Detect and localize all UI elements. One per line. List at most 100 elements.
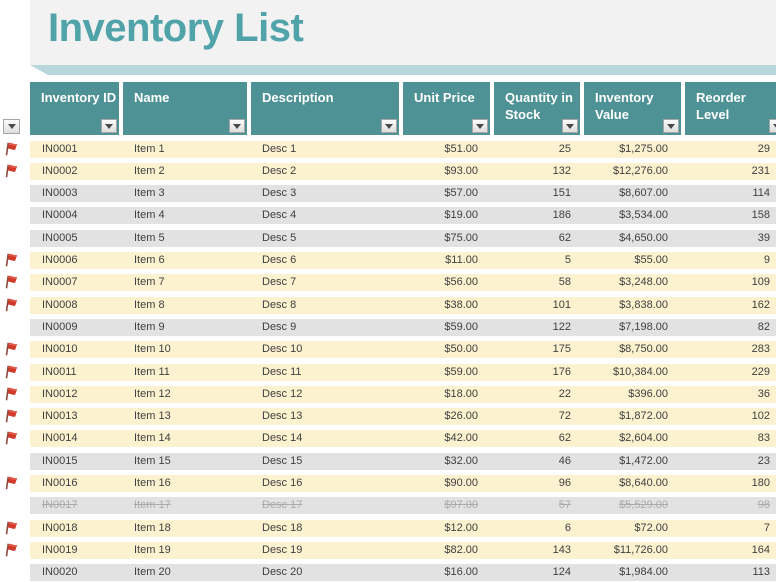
cell-description[interactable]: Desc 8 xyxy=(262,297,398,314)
cell-description[interactable]: Desc 16 xyxy=(262,475,398,492)
cell-inventory-id[interactable]: IN0013 xyxy=(42,408,120,425)
cell-description[interactable]: Desc 20 xyxy=(262,564,398,581)
cell-inventory-id[interactable]: IN0012 xyxy=(42,386,120,403)
cell-description[interactable]: Desc 18 xyxy=(262,520,398,537)
column-header-description[interactable]: Description xyxy=(251,82,399,135)
cell-name[interactable]: Item 3 xyxy=(134,185,246,202)
cell-inventory-id[interactable]: IN0019 xyxy=(42,542,120,559)
cell-quantity-in-stock[interactable]: 72 xyxy=(494,408,571,425)
cell-name[interactable]: Item 6 xyxy=(134,252,246,269)
cell-name[interactable]: Item 14 xyxy=(134,430,246,447)
filter-dropdown-button[interactable] xyxy=(663,119,679,133)
cell-inventory-value[interactable]: $11,726.00 xyxy=(584,542,668,559)
cell-description[interactable]: Desc 10 xyxy=(262,341,398,358)
cell-description[interactable]: Desc 2 xyxy=(262,163,398,180)
cell-name[interactable]: Item 17 xyxy=(134,497,246,514)
cell-unit-price[interactable]: $26.00 xyxy=(403,408,478,425)
cell-inventory-value[interactable]: $10,384.00 xyxy=(584,364,668,381)
cell-inventory-value[interactable]: $1,984.00 xyxy=(584,564,668,581)
cell-inventory-value[interactable]: $8,607.00 xyxy=(584,185,668,202)
cell-description[interactable]: Desc 9 xyxy=(262,319,398,336)
cell-description[interactable]: Desc 6 xyxy=(262,252,398,269)
cell-name[interactable]: Item 19 xyxy=(134,542,246,559)
cell-inventory-value[interactable]: $55.00 xyxy=(584,252,668,269)
cell-inventory-value[interactable]: $396.00 xyxy=(584,386,668,403)
cell-name[interactable]: Item 7 xyxy=(134,274,246,291)
cell-reorder-level[interactable]: 23 xyxy=(685,453,770,470)
filter-dropdown-button[interactable] xyxy=(381,119,397,133)
column-header-reorder-level[interactable]: Reorder Level xyxy=(685,82,776,135)
cell-quantity-in-stock[interactable]: 22 xyxy=(494,386,571,403)
cell-inventory-value[interactable]: $8,640.00 xyxy=(584,475,668,492)
cell-name[interactable]: Item 10 xyxy=(134,341,246,358)
cell-inventory-id[interactable]: IN0004 xyxy=(42,207,120,224)
cell-inventory-value[interactable]: $3,838.00 xyxy=(584,297,668,314)
cell-reorder-level[interactable]: 180 xyxy=(685,475,770,492)
cell-unit-price[interactable]: $59.00 xyxy=(403,364,478,381)
cell-unit-price[interactable]: $56.00 xyxy=(403,274,478,291)
cell-description[interactable]: Desc 5 xyxy=(262,230,398,247)
cell-reorder-level[interactable]: 102 xyxy=(685,408,770,425)
cell-inventory-id[interactable]: IN0016 xyxy=(42,475,120,492)
cell-name[interactable]: Item 5 xyxy=(134,230,246,247)
filter-dropdown-button[interactable] xyxy=(101,119,117,133)
cell-name[interactable]: Item 13 xyxy=(134,408,246,425)
cell-unit-price[interactable]: $59.00 xyxy=(403,319,478,336)
cell-reorder-level[interactable]: 114 xyxy=(685,185,770,202)
filter-dropdown-button[interactable] xyxy=(562,119,578,133)
cell-unit-price[interactable]: $12.00 xyxy=(403,520,478,537)
cell-unit-price[interactable]: $32.00 xyxy=(403,453,478,470)
cell-inventory-value[interactable]: $7,198.00 xyxy=(584,319,668,336)
cell-name[interactable]: Item 11 xyxy=(134,364,246,381)
cell-name[interactable]: Item 8 xyxy=(134,297,246,314)
cell-inventory-id[interactable]: IN0015 xyxy=(42,453,120,470)
cell-inventory-value[interactable]: $1,472.00 xyxy=(584,453,668,470)
cell-unit-price[interactable]: $42.00 xyxy=(403,430,478,447)
cell-unit-price[interactable]: $75.00 xyxy=(403,230,478,247)
cell-quantity-in-stock[interactable]: 132 xyxy=(494,163,571,180)
column-header-unit-price[interactable]: Unit Price xyxy=(403,82,490,135)
cell-inventory-id[interactable]: IN0008 xyxy=(42,297,120,314)
filter-dropdown-button[interactable] xyxy=(472,119,488,133)
cell-name[interactable]: Item 9 xyxy=(134,319,246,336)
cell-quantity-in-stock[interactable]: 124 xyxy=(494,564,571,581)
cell-reorder-level[interactable]: 231 xyxy=(685,163,770,180)
cell-description[interactable]: Desc 19 xyxy=(262,542,398,559)
cell-quantity-in-stock[interactable]: 96 xyxy=(494,475,571,492)
cell-unit-price[interactable]: $16.00 xyxy=(403,564,478,581)
cell-reorder-level[interactable]: 29 xyxy=(685,141,770,158)
cell-inventory-value[interactable]: $72.00 xyxy=(584,520,668,537)
cell-inventory-value[interactable]: $8,750.00 xyxy=(584,341,668,358)
cell-name[interactable]: Item 12 xyxy=(134,386,246,403)
cell-quantity-in-stock[interactable]: 122 xyxy=(494,319,571,336)
cell-inventory-id[interactable]: IN0002 xyxy=(42,163,120,180)
cell-name[interactable]: Item 2 xyxy=(134,163,246,180)
cell-quantity-in-stock[interactable]: 25 xyxy=(494,141,571,158)
cell-quantity-in-stock[interactable]: 143 xyxy=(494,542,571,559)
cell-inventory-id[interactable]: IN0005 xyxy=(42,230,120,247)
cell-quantity-in-stock[interactable]: 101 xyxy=(494,297,571,314)
cell-quantity-in-stock[interactable]: 58 xyxy=(494,274,571,291)
cell-quantity-in-stock[interactable]: 5 xyxy=(494,252,571,269)
cell-reorder-level[interactable]: 36 xyxy=(685,386,770,403)
cell-reorder-level[interactable]: 9 xyxy=(685,252,770,269)
cell-reorder-level[interactable]: 82 xyxy=(685,319,770,336)
cell-reorder-level[interactable]: 162 xyxy=(685,297,770,314)
cell-description[interactable]: Desc 12 xyxy=(262,386,398,403)
cell-inventory-id[interactable]: IN0010 xyxy=(42,341,120,358)
cell-quantity-in-stock[interactable]: 62 xyxy=(494,230,571,247)
cell-quantity-in-stock[interactable]: 186 xyxy=(494,207,571,224)
cell-reorder-level[interactable]: 113 xyxy=(685,564,770,581)
cell-unit-price[interactable]: $18.00 xyxy=(403,386,478,403)
cell-name[interactable]: Item 1 xyxy=(134,141,246,158)
cell-unit-price[interactable]: $11.00 xyxy=(403,252,478,269)
cell-inventory-id[interactable]: IN0017 xyxy=(42,497,120,514)
cell-reorder-level[interactable]: 229 xyxy=(685,364,770,381)
cell-name[interactable]: Item 18 xyxy=(134,520,246,537)
cell-quantity-in-stock[interactable]: 62 xyxy=(494,430,571,447)
cell-inventory-value[interactable]: $4,650.00 xyxy=(584,230,668,247)
cell-inventory-value[interactable]: $1,872.00 xyxy=(584,408,668,425)
cell-inventory-id[interactable]: IN0020 xyxy=(42,564,120,581)
cell-description[interactable]: Desc 11 xyxy=(262,364,398,381)
cell-name[interactable]: Item 16 xyxy=(134,475,246,492)
